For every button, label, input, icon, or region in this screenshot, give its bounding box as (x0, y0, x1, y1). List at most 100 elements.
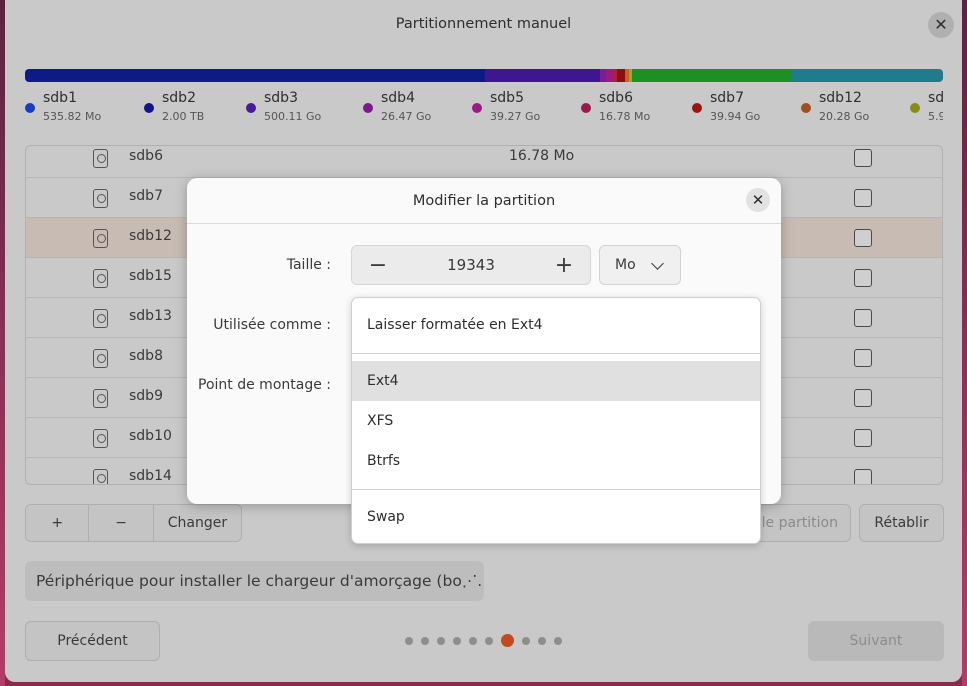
page-dot (453, 636, 461, 645)
page-dot (437, 636, 445, 645)
format-checkbox[interactable] (854, 189, 872, 207)
legend-dot (472, 103, 482, 113)
legend-dot (910, 103, 920, 113)
decrease-size-button[interactable]: − (352, 246, 404, 284)
menu-item-swap[interactable]: Swap (352, 497, 760, 537)
window-close-button[interactable]: ✕ (928, 12, 954, 38)
bar-segment-green (632, 69, 792, 82)
row-size: 16.78 Mo (509, 148, 575, 164)
filesystem-dropdown-menu: Laisser formatée en Ext4 Ext4 XFS Btrfs … (351, 297, 761, 544)
disk-icon (93, 269, 108, 288)
change-partition-button[interactable]: Changer (153, 505, 241, 541)
page-indicator (405, 634, 570, 647)
add-partition-button[interactable]: + (26, 505, 90, 541)
disk-icon (93, 149, 108, 168)
legend-size: 500.11 Go (264, 110, 322, 123)
menu-item-xfs[interactable]: XFS (352, 401, 760, 441)
legend-size: 20.28 Go (819, 110, 870, 123)
table-row[interactable]: sdb6 16.78 Mo (26, 146, 942, 178)
page-dot (405, 636, 413, 645)
window-title: Partitionnement manuel (395, 16, 572, 32)
legend-name: sd (928, 90, 943, 106)
partition-action-group: + − Changer (25, 504, 242, 542)
legend-dot (144, 103, 154, 113)
page-dot (469, 636, 477, 645)
row-device: sdb10 (129, 428, 172, 444)
legend-dot (246, 103, 256, 113)
legend-size: 5.9 (928, 110, 943, 123)
legend-dot (581, 103, 591, 113)
size-label: Taille : (286, 257, 331, 273)
dialog-title: Modifier la partition (187, 178, 781, 224)
remove-partition-button[interactable]: − (89, 505, 154, 541)
chevron-down-icon (651, 257, 664, 270)
bootloader-device-select[interactable]: Périphérique pour installer le chargeur … (25, 561, 484, 601)
page-dot (554, 636, 562, 645)
format-checkbox[interactable] (854, 149, 872, 167)
disk-icon (93, 229, 108, 248)
legend-dot (25, 103, 35, 113)
page-dot (485, 636, 493, 645)
row-device: sdb15 (129, 268, 172, 284)
close-icon: ✕ (934, 15, 948, 34)
desktop-background-right (962, 0, 967, 686)
next-button[interactable]: Suivant (808, 621, 944, 661)
legend-size: 2.00 TB (162, 110, 205, 123)
legend-size: 16.78 Mo (599, 110, 651, 123)
bar-segment-sdb7 (617, 69, 625, 82)
size-unit-dropdown[interactable]: Mo (599, 245, 681, 285)
legend-size: 535.82 Mo (43, 110, 102, 123)
format-checkbox[interactable] (854, 269, 872, 287)
legend-name: sdb5 (490, 90, 524, 106)
legend-name: sdb4 (381, 90, 415, 106)
dialog-close-button[interactable]: ✕ (746, 188, 770, 212)
legend-name: sdb2 (162, 90, 196, 106)
bar-segment-sdb3 (485, 69, 600, 82)
format-checkbox[interactable] (854, 429, 872, 447)
legend-name: sdb7 (710, 90, 744, 106)
row-device: sdb14 (129, 468, 172, 484)
page-dot (522, 636, 530, 645)
disk-icon (93, 389, 108, 408)
legend-size: 39.27 Go (490, 110, 541, 123)
menu-item-ext4[interactable]: Ext4 (352, 361, 760, 401)
page-dot (421, 636, 429, 645)
legend-name: sdb3 (264, 90, 298, 106)
previous-button[interactable]: Précédent (25, 621, 160, 661)
increase-size-button[interactable]: + (538, 246, 590, 284)
format-checkbox[interactable] (854, 229, 872, 247)
row-device: sdb6 (129, 148, 163, 164)
legend-size: 39.94 Go (710, 110, 761, 123)
size-unit-value: Mo (615, 257, 636, 273)
bar-segment-sdb5 (606, 69, 614, 82)
legend-name: sdb6 (599, 90, 633, 106)
revert-button[interactable]: Rétablir (859, 504, 944, 542)
legend-dot (692, 103, 702, 113)
format-checkbox[interactable] (854, 309, 872, 327)
page-dot-active (501, 634, 514, 647)
disk-icon (93, 469, 108, 484)
format-checkbox[interactable] (854, 389, 872, 407)
row-device: sdb8 (129, 348, 163, 364)
legend-name: sdb12 (819, 90, 862, 106)
row-device: sdb12 (129, 228, 172, 244)
format-checkbox[interactable] (854, 469, 872, 484)
menu-separator (352, 489, 760, 490)
menu-item-keep-ext4[interactable]: Laisser formatée en Ext4 (352, 305, 760, 345)
size-value[interactable]: 19343 (404, 246, 538, 284)
mount-point-label: Point de montage : (198, 377, 331, 393)
legend-dot (363, 103, 373, 113)
size-spinbutton[interactable]: − 19343 + (351, 245, 591, 285)
row-device: sdb13 (129, 308, 172, 324)
legend-size: 26.47 Go (381, 110, 432, 123)
disk-icon (93, 429, 108, 448)
menu-item-btrfs[interactable]: Btrfs (352, 441, 760, 481)
page-dot (538, 636, 546, 645)
row-device: sdb9 (129, 388, 163, 404)
partition-legend: sdb1 535.82 Mo sdb2 2.00 TB sdb3 500.11 … (25, 90, 943, 126)
row-device: sdb7 (129, 188, 163, 204)
used-as-label: Utilisée comme : (213, 317, 331, 333)
disk-icon (93, 349, 108, 368)
format-checkbox[interactable] (854, 349, 872, 367)
disk-icon (93, 189, 108, 208)
